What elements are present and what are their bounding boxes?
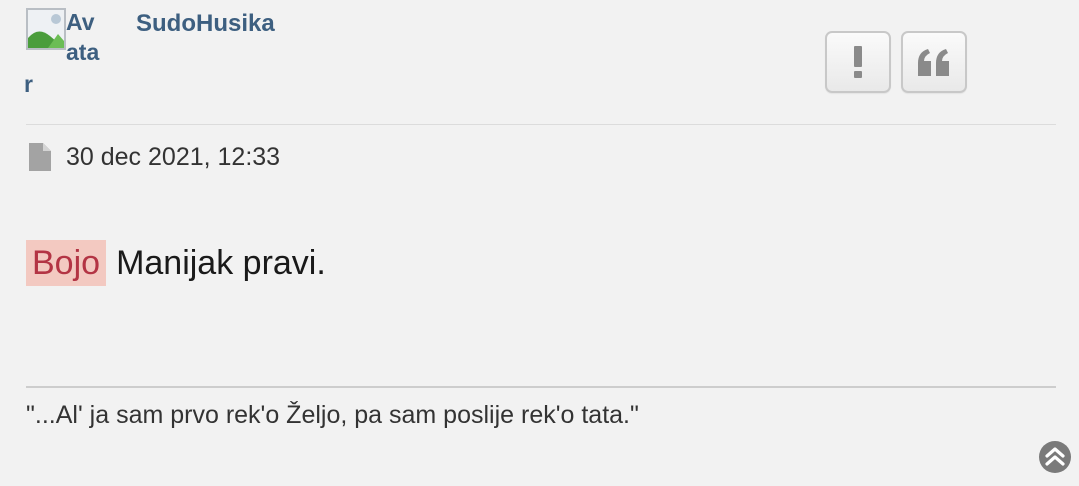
- header-divider: [26, 124, 1056, 125]
- broken-image-icon: [26, 8, 66, 50]
- post-meta: 30 dec 2021, 12:33: [28, 140, 280, 174]
- user-mention[interactable]: Bojo: [26, 240, 107, 286]
- avatar-alt-text: r: [24, 71, 33, 97]
- post-container: Av ata r SudoHusika 30 dec 2021, 12:33 B…: [0, 0, 1079, 486]
- report-button[interactable]: [825, 31, 891, 93]
- quote-icon: [903, 33, 965, 91]
- avatar[interactable]: Av ata r: [24, 4, 114, 100]
- file-icon: [29, 143, 51, 171]
- signature: "...Al' ja sam prvo rek'o Željo, pa sam …: [26, 401, 639, 429]
- post-date[interactable]: 30 dec 2021, 12:33: [66, 141, 280, 173]
- post-text: Manijak pravi.: [116, 244, 326, 282]
- quote-button[interactable]: [901, 31, 967, 93]
- username-link[interactable]: SudoHusika: [136, 9, 275, 39]
- signature-divider: [26, 386, 1056, 388]
- exclamation-icon: [827, 33, 889, 91]
- avatar-alt-text: ata: [66, 39, 100, 65]
- avatar-alt-text: Av: [66, 9, 95, 35]
- chevron-up-circle-icon[interactable]: [1038, 440, 1072, 474]
- post-content: Bojo Manijak pravi.: [26, 240, 326, 286]
